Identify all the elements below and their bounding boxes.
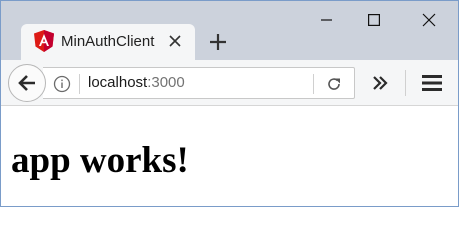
- browser-window: MinAuthClient localhost:3000 app works!: [0, 0, 459, 207]
- reload-separator: [313, 74, 314, 94]
- close-icon: [422, 13, 436, 27]
- window-close-button[interactable]: [406, 3, 452, 37]
- url-separator: [79, 74, 80, 94]
- page-content: app works!: [1, 107, 458, 206]
- back-arrow-icon: [18, 75, 35, 91]
- tab-close-icon[interactable]: [166, 32, 184, 50]
- angular-logo-icon: [34, 30, 54, 52]
- new-tab-plus-icon[interactable]: [206, 30, 230, 54]
- info-icon[interactable]: [53, 75, 71, 93]
- toolbar-separator: [405, 70, 406, 96]
- tab-title: MinAuthClient: [61, 33, 155, 50]
- tab-strip: MinAuthClient: [1, 1, 458, 60]
- maximize-button[interactable]: [351, 3, 397, 37]
- minimize-button[interactable]: [304, 3, 350, 37]
- hamburger-menu-icon[interactable]: [421, 73, 443, 93]
- tab-minauthclient[interactable]: MinAuthClient: [21, 24, 195, 60]
- page-heading: app works!: [11, 140, 189, 181]
- maximize-icon: [368, 14, 380, 26]
- url-text[interactable]: localhost:3000: [88, 74, 185, 91]
- navigation-toolbar: localhost:3000: [1, 60, 458, 106]
- reload-icon[interactable]: [326, 76, 342, 92]
- back-button[interactable]: [8, 64, 46, 102]
- double-chevron-right-icon[interactable]: [369, 72, 391, 94]
- url-port: :3000: [147, 74, 185, 91]
- minimize-icon: [321, 19, 332, 21]
- address-bar[interactable]: localhost:3000: [43, 67, 355, 99]
- url-host: localhost: [88, 74, 148, 91]
